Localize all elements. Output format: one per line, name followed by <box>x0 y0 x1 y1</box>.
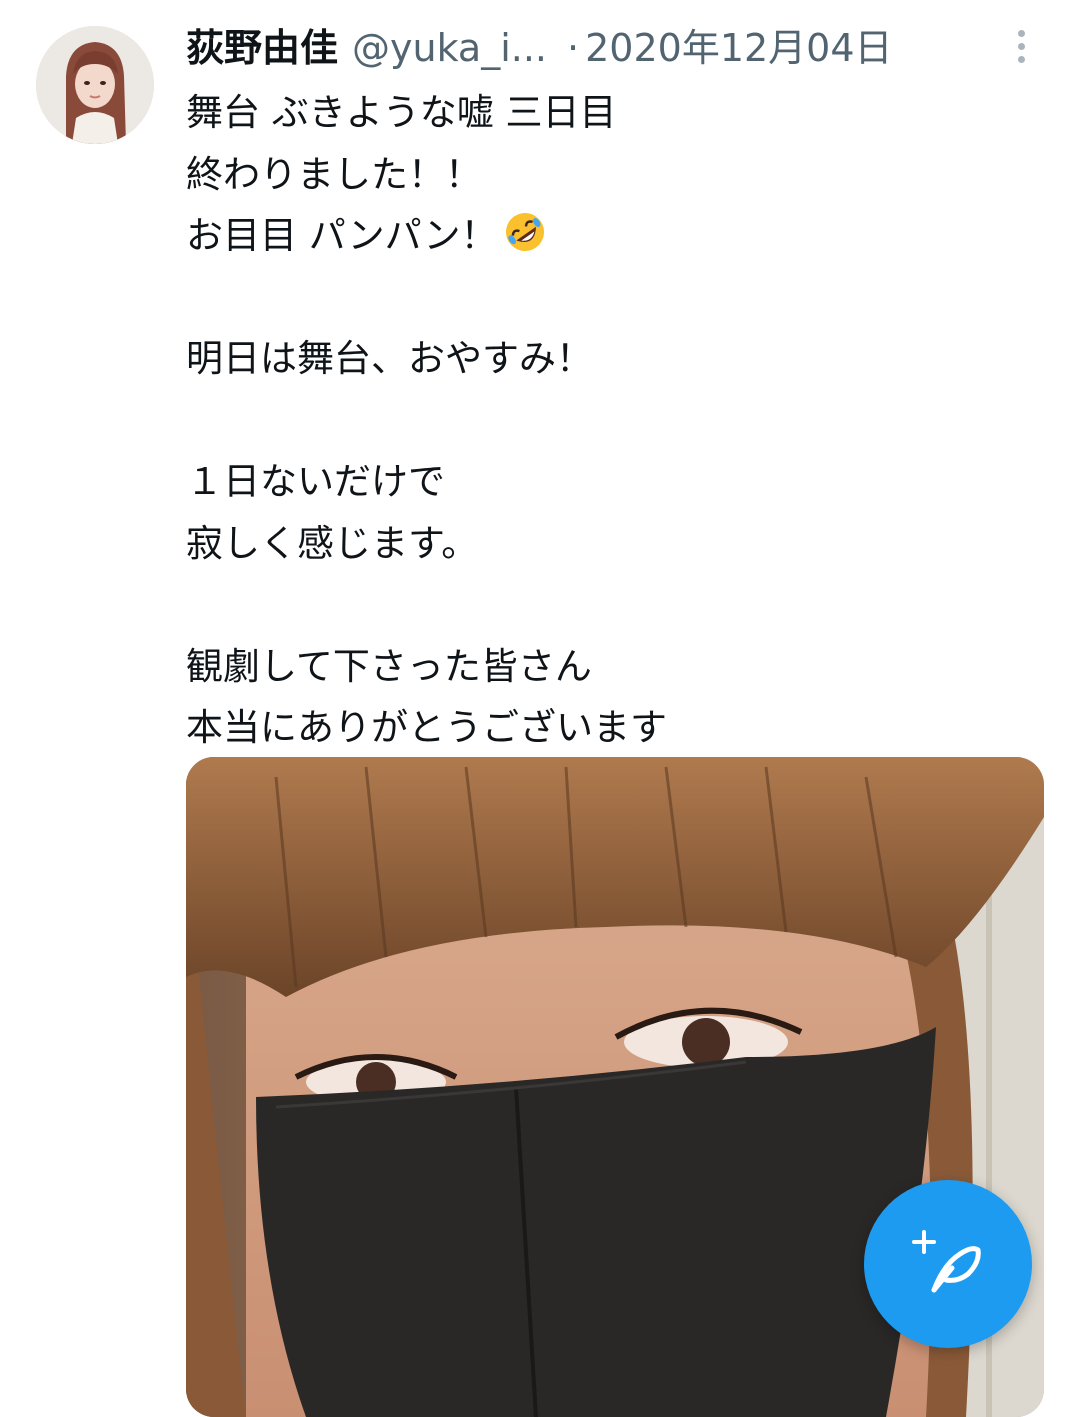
compose-tweet-button[interactable] <box>864 1180 1032 1348</box>
rolling-on-floor-laughing-emoji-icon <box>503 210 547 254</box>
tweet-text: 舞台 ぶきような嘘 三日目 終わりました！！ お目目 パンパン！ 明日は舞台、お… <box>186 82 1046 759</box>
avatar[interactable] <box>36 26 154 144</box>
tweet[interactable]: 荻野由佳 @yuka_i... · 2020年12月04日 舞台 ぶきような嘘 … <box>0 0 1080 1417</box>
tweet-text-line: 寂しく感じます。 <box>186 521 479 565</box>
tweet-header: 荻野由佳 @yuka_i... · 2020年12月04日 <box>186 20 893 76</box>
separator-dot: · <box>567 26 580 70</box>
tweet-text-line: 舞台 ぶきような嘘 三日目 <box>186 91 617 134</box>
tweet-text-line: 終わりました！！ <box>186 152 482 196</box>
more-vertical-icon <box>1017 29 1025 37</box>
tweet-text-fragment: お目目 パンパン！ <box>186 214 498 257</box>
tweet-text-line <box>186 267 1046 329</box>
tweet-text-line <box>186 390 1046 452</box>
user-handle[interactable]: @yuka_i... <box>352 20 547 76</box>
tweet-text-line: 明日は舞台、おやすみ！ <box>186 337 593 380</box>
tweet-date[interactable]: 2020年12月04日 <box>585 20 892 76</box>
tweet-text-line: 観劇して下さった皆さん <box>186 644 592 688</box>
tweet-text-line: １日ないだけで <box>186 460 445 503</box>
tweet-text-line: 本当にありがとうございます <box>186 706 667 749</box>
tweet-text-line: お目目 パンパン！ <box>186 205 1046 267</box>
display-name[interactable]: 荻野由佳 <box>186 20 338 76</box>
more-options-button[interactable] <box>1004 22 1038 70</box>
tweet-text-line <box>186 574 1046 636</box>
compose-tweet-icon <box>912 1230 981 1293</box>
